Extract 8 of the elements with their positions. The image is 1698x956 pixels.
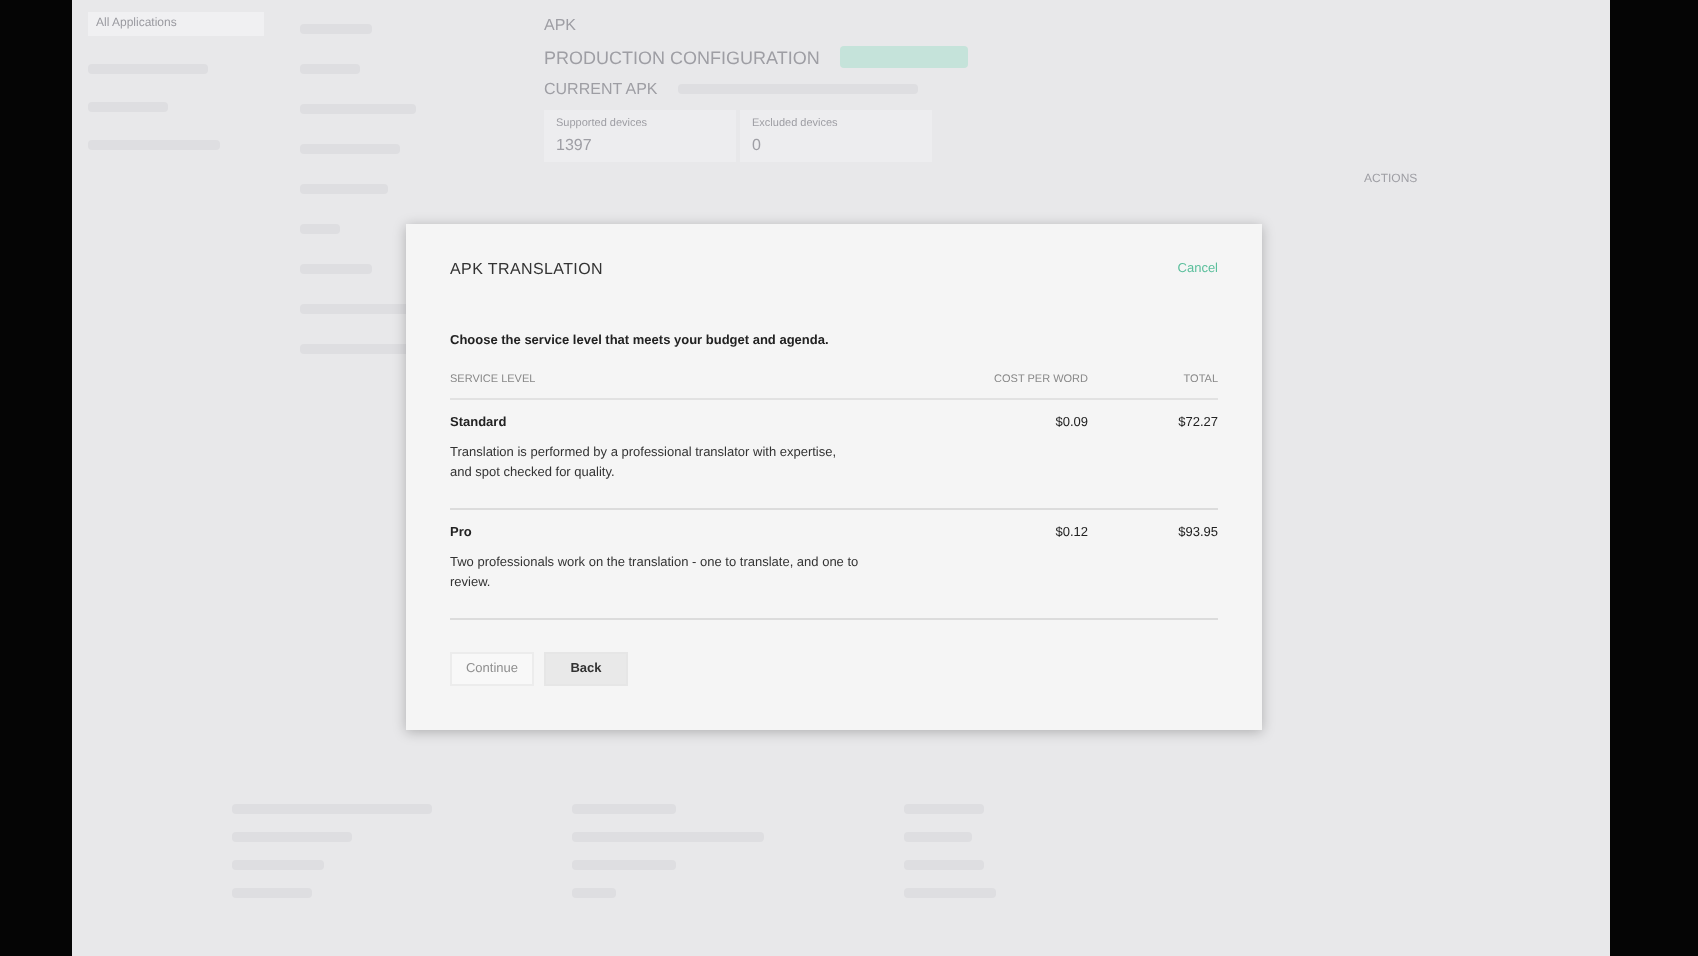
page-title: APK xyxy=(544,16,579,34)
stat-value: 1397 xyxy=(556,136,594,154)
dialog-title: APK TRANSLATION xyxy=(450,260,603,278)
section-title: CURRENT APK xyxy=(544,80,658,98)
stat-value: 0 xyxy=(752,136,763,154)
section-title: PRODUCTION CONFIGURATION xyxy=(544,47,820,67)
status-badge xyxy=(839,46,968,68)
blurred-text-line xyxy=(300,344,412,354)
